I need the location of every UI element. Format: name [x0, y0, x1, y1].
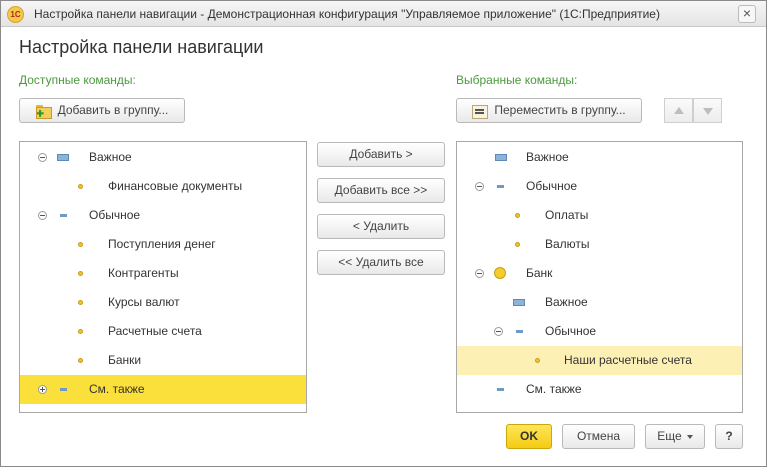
tree-item[interactable]: Обычное: [457, 317, 742, 346]
add-to-group-label: Добавить в группу...: [57, 103, 169, 117]
command-icon: [78, 358, 83, 363]
tree-item-label: Банк: [526, 266, 553, 280]
tree-item-label: Банки: [108, 353, 142, 367]
arrow-down-icon: [703, 108, 713, 115]
dialog-window: 1С Настройка панели навигации - Демонстр…: [0, 0, 767, 467]
tree-item[interactable]: Банки: [20, 346, 306, 375]
command-icon: [78, 300, 83, 305]
tree-item-label: Важное: [526, 150, 569, 164]
tree-item[interactable]: Контрагенты: [20, 259, 306, 288]
group-icon: [497, 388, 504, 391]
tree-item[interactable]: Оплаты: [457, 201, 742, 230]
command-icon: [78, 329, 83, 334]
section-icon: [513, 299, 525, 306]
section-icon: [57, 154, 69, 161]
add-all-button[interactable]: Добавить все >>: [317, 178, 445, 203]
available-commands-label: Доступные команды:: [19, 73, 136, 87]
move-to-group-label: Переместить в группу...: [494, 103, 626, 117]
add-to-group-button[interactable]: Добавить в группу...: [19, 98, 185, 123]
collapse-icon[interactable]: [475, 269, 484, 278]
tree-item-label: См. также: [89, 382, 145, 396]
tree-item-label: Обычное: [545, 324, 597, 338]
tree-item-label: Наши расчетные счета: [564, 353, 692, 367]
tree-item-selected[interactable]: См. также: [20, 375, 306, 404]
tree-item-label: Контрагенты: [108, 266, 179, 280]
tree-item-label: Валюты: [545, 237, 590, 251]
tree-item-label: Важное: [89, 150, 132, 164]
tree-item[interactable]: Обычное: [20, 201, 306, 230]
tree-item[interactable]: Обычное: [457, 172, 742, 201]
tree-item[interactable]: Поступления денег: [20, 230, 306, 259]
help-button[interactable]: ?: [715, 424, 743, 449]
remove-button[interactable]: < Удалить: [317, 214, 445, 239]
folder-add-icon: [35, 104, 52, 119]
tree-item[interactable]: Банк: [457, 259, 742, 288]
collapse-icon[interactable]: [475, 182, 484, 191]
selected-commands-label: Выбранные команды:: [456, 73, 578, 87]
group-icon: [60, 214, 67, 217]
command-icon: [78, 242, 83, 247]
command-icon: [78, 184, 83, 189]
move-up-button[interactable]: [664, 98, 693, 123]
tree-item-label: Расчетные счета: [108, 324, 202, 338]
move-icon: [472, 104, 489, 119]
arrow-up-icon: [674, 107, 684, 114]
tree-item-label: Курсы валют: [108, 295, 180, 309]
more-label: Еще: [657, 429, 682, 443]
command-icon: [515, 242, 520, 247]
window-title: Настройка панели навигации - Демонстраци…: [34, 7, 660, 21]
tree-item[interactable]: Курсы валют: [20, 288, 306, 317]
group-icon: [497, 185, 504, 188]
remove-all-button[interactable]: << Удалить все: [317, 250, 445, 275]
tree-item-label: Финансовые документы: [108, 179, 243, 193]
title-bar: 1С Настройка панели навигации - Демонстр…: [1, 1, 766, 27]
tree-item-label: Важное: [545, 295, 588, 309]
tree-item-label: Поступления денег: [108, 237, 216, 251]
tree-item[interactable]: См. также: [457, 375, 742, 404]
form-title: Настройка панели навигации: [19, 37, 264, 57]
tree-item-label: Обычное: [526, 179, 578, 193]
command-icon: [535, 358, 540, 363]
close-button[interactable]: ×: [738, 5, 756, 23]
group-icon: [60, 388, 67, 391]
move-to-group-button[interactable]: Переместить в группу...: [456, 98, 642, 123]
section-icon: [495, 154, 507, 161]
command-icon: [515, 213, 520, 218]
tree-item[interactable]: Финансовые документы: [20, 172, 306, 201]
tree-item[interactable]: Важное: [20, 143, 306, 172]
chevron-down-icon: [686, 434, 693, 439]
tree-item[interactable]: Расчетные счета: [20, 317, 306, 346]
collapse-icon[interactable]: [494, 327, 503, 336]
tree-item[interactable]: Важное: [457, 143, 742, 172]
tree-item[interactable]: Важное: [457, 288, 742, 317]
command-icon: [78, 271, 83, 276]
expand-icon[interactable]: [38, 385, 47, 394]
tree-item-label: Оплаты: [545, 208, 589, 222]
ok-button[interactable]: OK: [506, 424, 552, 449]
more-button[interactable]: Еще: [645, 424, 705, 449]
group-icon: [516, 330, 523, 333]
tree-item-label: См. также: [526, 382, 582, 396]
tree-item-label: Обычное: [89, 208, 141, 222]
tree-item-selected[interactable]: Наши расчетные счета: [457, 346, 742, 375]
subsystem-icon: [494, 267, 506, 279]
add-button[interactable]: Добавить >: [317, 142, 445, 167]
move-down-button[interactable]: [693, 98, 722, 123]
app-logo-icon: 1С: [7, 6, 24, 23]
collapse-icon[interactable]: [38, 153, 47, 162]
tree-item[interactable]: Валюты: [457, 230, 742, 259]
collapse-icon[interactable]: [38, 211, 47, 220]
available-commands-tree[interactable]: Важное Финансовые документы Обычное Пост…: [19, 141, 307, 413]
selected-commands-tree[interactable]: Важное Обычное Оплаты Валюты Банк Важное: [456, 141, 743, 413]
cancel-button[interactable]: Отмена: [562, 424, 635, 449]
